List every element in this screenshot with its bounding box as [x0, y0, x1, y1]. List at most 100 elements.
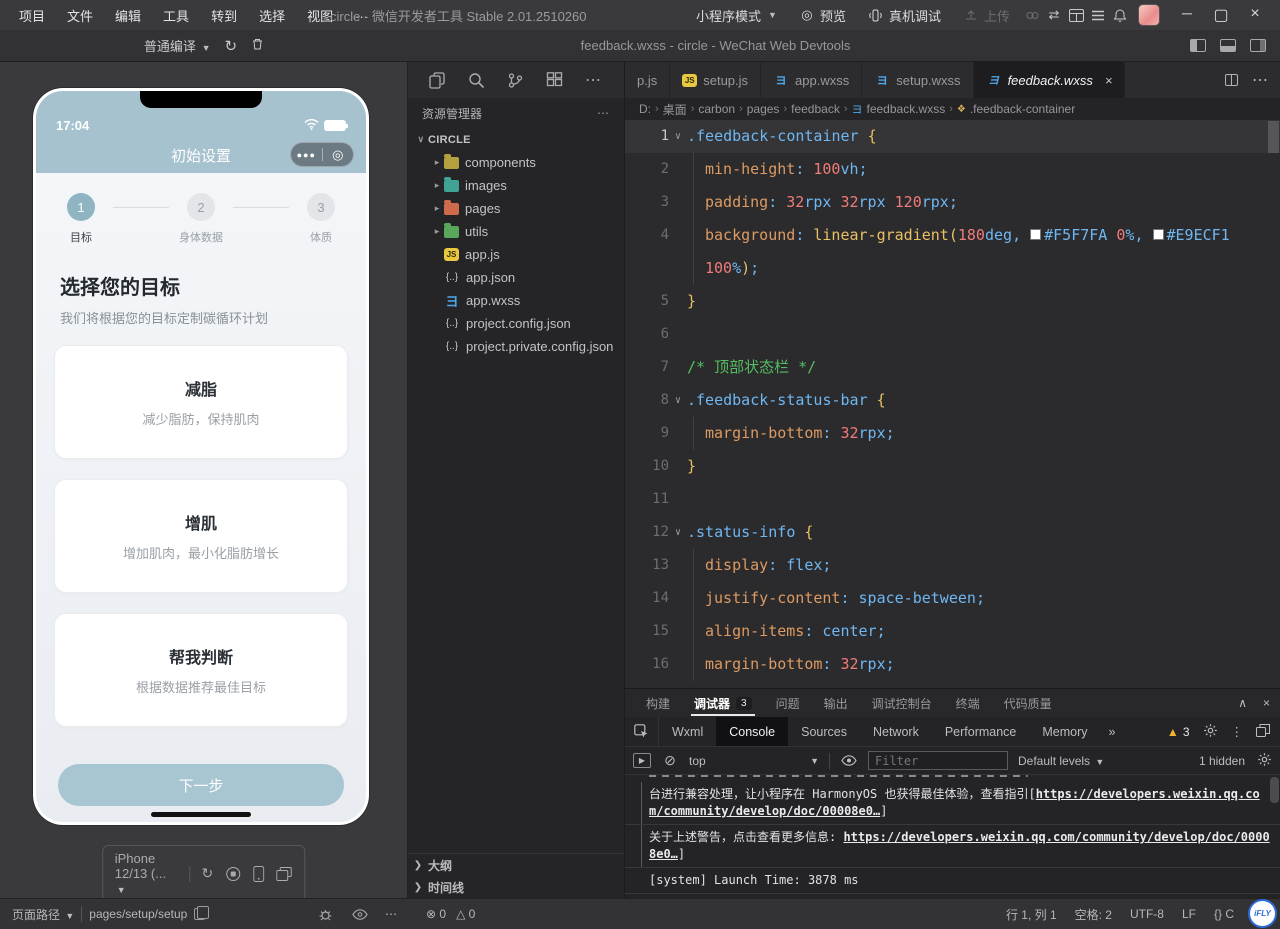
- phone-screen[interactable]: 17:04 初始设置 ●●● ◎ 1 目标 2 身体数据 3 体质 选择您的目标…: [36, 91, 366, 822]
- eye-icon[interactable]: [840, 755, 858, 766]
- context-dropdown[interactable]: top ▼: [689, 754, 819, 768]
- debugger-tab-输出[interactable]: 输出: [813, 689, 859, 717]
- more-tabs-icon[interactable]: »: [1101, 717, 1124, 746]
- close-button[interactable]: ×: [1238, 5, 1272, 25]
- goal-card[interactable]: 帮我判断 根据数据推荐最佳目标: [54, 613, 348, 727]
- devtools-tab-Console[interactable]: Console: [716, 717, 789, 746]
- breadcrumb-symbol[interactable]: .feedback-container: [970, 102, 1075, 116]
- upload-button[interactable]: 上传: [955, 3, 1018, 28]
- debugger-tab-构建[interactable]: 构建: [635, 689, 681, 717]
- devtools-tab-Performance[interactable]: Performance: [932, 717, 1030, 746]
- multi-window-icon[interactable]: [276, 866, 292, 881]
- maximize-button[interactable]: ▢: [1204, 5, 1238, 25]
- console-sidebar-icon[interactable]: ▶: [633, 753, 651, 768]
- panel-layout-icon[interactable]: [1068, 7, 1084, 23]
- editor-more-icon[interactable]: ⋯: [1252, 70, 1268, 90]
- breadcrumb[interactable]: D: › 桌面 › carbon › pages › feedback › ヨ feedback.wx…: [625, 98, 1280, 120]
- explorer-more-icon[interactable]: ⋯: [597, 106, 610, 120]
- code-line-12[interactable]: 12 ∨ .status-info {: [625, 516, 1280, 549]
- breadcrumb-item[interactable]: D:: [639, 102, 651, 116]
- preview-button[interactable]: ◎ 预览: [791, 3, 854, 28]
- code-line-16[interactable]: 16 margin-bottom: 32rpx;: [625, 648, 1280, 681]
- tree-item-components[interactable]: ▸ components: [408, 151, 624, 174]
- tree-item-utils[interactable]: ▸ utils: [408, 220, 624, 243]
- breadcrumb-file[interactable]: feedback.wxss: [866, 102, 945, 116]
- ifly-badge[interactable]: iFLY: [1248, 899, 1277, 928]
- more-actions-icon[interactable]: ⋯: [385, 907, 398, 921]
- tree-item-images[interactable]: ▸ images: [408, 174, 624, 197]
- indentation[interactable]: 空格: 2: [1075, 906, 1112, 923]
- tree-item-app.json[interactable]: {..} app.json: [408, 266, 624, 289]
- tree-item-project.config.json[interactable]: {..} project.config.json: [408, 312, 624, 335]
- miniapp-capsule[interactable]: ●●● ◎: [290, 142, 354, 167]
- bell-icon[interactable]: [1112, 7, 1128, 23]
- search-icon[interactable]: [468, 72, 485, 89]
- devtools-menu-icon[interactable]: ⋮: [1231, 724, 1244, 739]
- more-panels-icon[interactable]: ⋯: [585, 70, 603, 90]
- code-line-11[interactable]: 11: [625, 483, 1280, 516]
- capsule-close-icon[interactable]: ◎: [323, 147, 354, 163]
- close-tab-icon[interactable]: ×: [1105, 73, 1113, 88]
- code-line-13[interactable]: 13 display: flex;: [625, 549, 1280, 582]
- stop-simulator-icon[interactable]: [225, 866, 241, 882]
- goal-card[interactable]: 减脂 减少脂肪，保持肌肉: [54, 345, 348, 459]
- debugger-tab-代码质量[interactable]: 代码质量: [993, 689, 1063, 717]
- code-line-10[interactable]: 10}: [625, 450, 1280, 483]
- console-filter-input[interactable]: [868, 751, 1008, 770]
- editor-scrollbar[interactable]: [1267, 120, 1280, 688]
- code-line-9[interactable]: 9 margin-bottom: 32rpx;: [625, 417, 1280, 450]
- language-mode[interactable]: {} C: [1214, 907, 1234, 921]
- avatar[interactable]: [1138, 4, 1160, 26]
- files-icon[interactable]: [429, 71, 446, 89]
- breadcrumb-item[interactable]: feedback: [791, 102, 840, 116]
- goal-card[interactable]: 增肌 增加肌肉，最小化脂肪增长: [54, 479, 348, 593]
- breadcrumb-item[interactable]: carbon: [698, 102, 735, 116]
- code-line-7[interactable]: 7/* 顶部状态栏 */: [625, 351, 1280, 384]
- debugger-tab-问题[interactable]: 问题: [765, 689, 811, 717]
- link-icon[interactable]: [1024, 7, 1040, 23]
- tree-root[interactable]: ∨ CIRCLE: [408, 128, 624, 151]
- split-editor-icon[interactable]: [1225, 74, 1238, 86]
- debugger-tab-调试控制台[interactable]: 调试控制台: [861, 689, 943, 717]
- inspect-element-icon[interactable]: [625, 717, 659, 746]
- collapse-panel-icon[interactable]: ∧: [1238, 696, 1247, 710]
- mode-dropdown[interactable]: 小程序模式 ▼: [688, 3, 785, 28]
- page-path-dropdown[interactable]: 页面路径 ▼: [12, 906, 74, 923]
- code-line-4[interactable]: 4 background: linear-gradient(180deg, #F5…: [625, 219, 1280, 252]
- menu-工具[interactable]: 工具: [154, 4, 198, 27]
- console-message[interactable]: 关于上述警告，点击查看更多信息: https://developers.weix…: [625, 825, 1280, 868]
- editor-tab-feedback.wxss[interactable]: ヨ feedback.wxss ×: [973, 62, 1126, 98]
- console-message[interactable]: 台进行兼容处理，让小程序在 HarmonyOS 也获得最佳体验，查看指引[htt…: [625, 782, 1280, 825]
- tree-item-app.wxss[interactable]: ヨ app.wxss: [408, 289, 624, 312]
- error-count[interactable]: ⊗ 0: [426, 907, 446, 921]
- devtools-tab-Sources[interactable]: Sources: [788, 717, 860, 746]
- devtools-tab-Wxml[interactable]: Wxml: [659, 717, 716, 746]
- hidden-count[interactable]: 1 hidden: [1199, 754, 1245, 768]
- breadcrumb-item[interactable]: pages: [747, 102, 780, 116]
- log-levels-dropdown[interactable]: Default levels ▼: [1018, 754, 1104, 768]
- menu-编辑[interactable]: 编辑: [106, 4, 150, 27]
- clear-console-icon[interactable]: ⊘: [661, 752, 679, 769]
- recompile-icon[interactable]: ↻: [224, 37, 237, 55]
- code-line-2[interactable]: 2 min-height: 100vh;: [625, 153, 1280, 186]
- code-line-wrap[interactable]: 100%);: [625, 252, 1280, 285]
- code-line-14[interactable]: 14 justify-content: space-between;: [625, 582, 1280, 615]
- devtools-tab-Memory[interactable]: Memory: [1029, 717, 1100, 746]
- tree-item-app.js[interactable]: JS app.js: [408, 243, 624, 266]
- editor-tab-app.wxss[interactable]: ヨ app.wxss: [761, 62, 863, 98]
- toggle-bottom-panel-icon[interactable]: [1220, 39, 1236, 52]
- menu-文件[interactable]: 文件: [58, 4, 102, 27]
- device-selector[interactable]: iPhone 12/13 (... ▼: [115, 851, 177, 896]
- devtools-tab-Network[interactable]: Network: [860, 717, 932, 746]
- cursor-position[interactable]: 行 1, 列 1: [1006, 906, 1057, 923]
- tree-item-pages[interactable]: ▸ pages: [408, 197, 624, 220]
- hamburger-menu-icon[interactable]: [1090, 7, 1106, 23]
- eol-type[interactable]: LF: [1182, 907, 1196, 921]
- minimize-button[interactable]: ─: [1170, 5, 1204, 25]
- toggle-left-panel-icon[interactable]: [1190, 39, 1206, 52]
- rotate-device-icon[interactable]: [253, 865, 265, 882]
- menu-选择[interactable]: 选择: [250, 4, 294, 27]
- copy-icon[interactable]: [194, 906, 210, 920]
- console-output[interactable]: 台进行兼容处理，让小程序在 HarmonyOS 也获得最佳体验，查看指引[htt…: [625, 775, 1280, 898]
- dock-icon[interactable]: [1256, 723, 1270, 740]
